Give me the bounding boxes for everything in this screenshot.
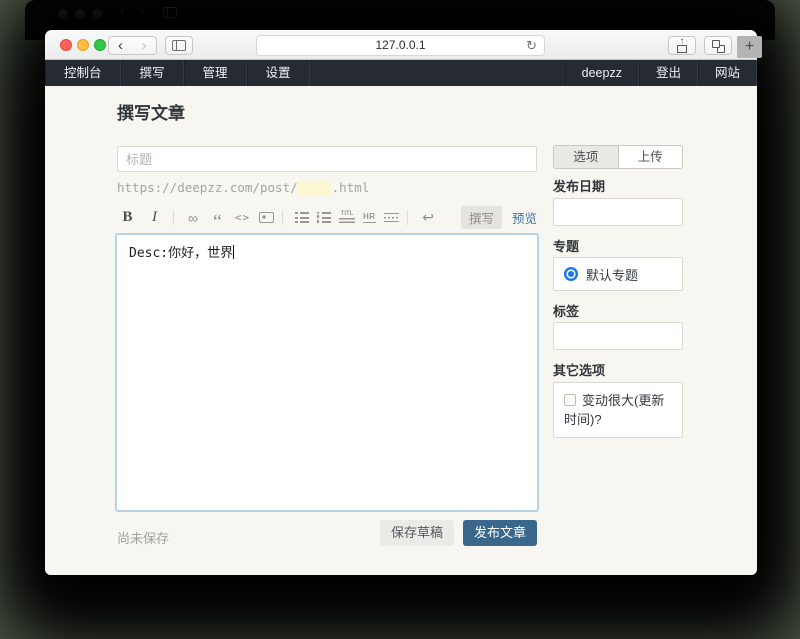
zoom-window-button[interactable] [94, 39, 106, 51]
unordered-list-icon[interactable] [317, 212, 331, 223]
sidebar-button[interactable] [165, 36, 193, 55]
bg-minimize-icon [75, 9, 85, 19]
radio-selected-icon[interactable] [564, 267, 578, 281]
other-options-label: 其它选项 [553, 360, 605, 379]
ordered-list-icon[interactable] [295, 212, 309, 223]
minimize-window-button[interactable] [77, 39, 89, 51]
address-bar[interactable]: 127.0.0.1 ↻ [256, 35, 545, 56]
bg-zoom-icon [92, 9, 102, 19]
bg-sidebar-icon [163, 7, 177, 18]
permalink-slug-highlight [298, 181, 332, 196]
page-content: 撰写文章 https://deepzz.com/post/ .html B I ∞… [45, 86, 757, 575]
url-text: 127.0.0.1 [375, 38, 425, 52]
editor-toolbar: B I ∞ “ <> TITL HR ↩ 撰写 预览 [117, 205, 537, 230]
tags-input[interactable] [553, 322, 683, 350]
publish-button[interactable]: 发布文章 [463, 520, 537, 546]
show-tabs-button[interactable] [704, 36, 732, 55]
tab-write-mode[interactable]: 撰写 [461, 206, 502, 229]
nav-item-manage[interactable]: 管理 [184, 60, 247, 86]
tab-upload[interactable]: 上传 [619, 146, 683, 168]
nav-item-write[interactable]: 撰写 [121, 60, 184, 86]
toolbar-divider [407, 210, 408, 225]
editor-textarea[interactable]: Desc:你好，世界 [115, 233, 539, 512]
tags-label: 标签 [553, 301, 579, 320]
safari-window: ‹ › 127.0.0.1 ↻ ↑ 控制台 撰写 管理 设置 deepzz 登出… [45, 30, 757, 575]
bg-close-icon [58, 9, 68, 19]
nav-item-website[interactable]: 网站 [698, 60, 757, 86]
site-navbar: 控制台 撰写 管理 设置 deepzz 登出 网站 [45, 60, 757, 86]
footer-actions: 保存草稿 发布文章 [117, 520, 537, 546]
nav-item-logout[interactable]: 登出 [639, 60, 698, 86]
share-button[interactable]: ↑ [668, 36, 696, 55]
close-window-button[interactable] [60, 39, 72, 51]
reload-icon[interactable]: ↻ [526, 36, 537, 55]
forward-button[interactable]: › [132, 36, 157, 55]
sidebar-icon [172, 40, 186, 51]
share-icon: ↑ [676, 39, 688, 53]
link-icon[interactable]: ∞ [182, 207, 203, 228]
checkbox-unchecked-icon[interactable] [564, 394, 576, 406]
tab-options[interactable]: 选项 [554, 146, 619, 168]
navbar-right: deepzz 登出 网站 [565, 60, 757, 86]
nav-item-console[interactable]: 控制台 [45, 60, 121, 86]
tab-preview-mode[interactable]: 预览 [512, 208, 537, 227]
permalink-suffix: .html [332, 180, 370, 195]
back-button[interactable]: ‹ [108, 36, 133, 55]
undo-icon[interactable]: ↩ [418, 207, 439, 228]
code-icon[interactable]: <> [232, 207, 253, 228]
article-title-input[interactable] [117, 146, 537, 172]
nav-item-settings[interactable]: 设置 [247, 60, 310, 86]
summary-divider-icon[interactable] [384, 213, 399, 222]
other-option-label[interactable]: 变动很大(更新时间)? [564, 393, 664, 427]
new-tab-button[interactable]: + [737, 36, 762, 58]
italic-button[interactable]: I [144, 207, 165, 228]
tabs-overview-icon [712, 40, 725, 53]
topic-box: 默认专题 [553, 257, 683, 291]
text-cursor [233, 245, 234, 259]
publish-date-label: 发布日期 [553, 176, 605, 195]
topic-option-label[interactable]: 默认专题 [586, 265, 638, 284]
navbar-left: 控制台 撰写 管理 设置 [45, 60, 310, 86]
bold-button[interactable]: B [117, 207, 138, 228]
blockquote-icon[interactable]: “ [207, 207, 228, 228]
bg-back-icon: ‹ [120, 3, 124, 18]
permalink-prefix: https://deepzz.com/post/ [117, 180, 298, 195]
browser-toolbar: ‹ › 127.0.0.1 ↻ ↑ [45, 30, 757, 60]
editor-content: Desc:你好，世界 [129, 246, 233, 261]
sidebar-tabs: 选项 上传 [553, 145, 683, 169]
permalink-preview: https://deepzz.com/post/ .html [117, 180, 369, 196]
heading-icon[interactable]: TITL [339, 212, 355, 223]
toolbar-divider [173, 210, 174, 225]
toolbar-divider [282, 210, 283, 225]
page-title: 撰写文章 [117, 99, 185, 124]
save-draft-button[interactable]: 保存草稿 [380, 520, 454, 546]
other-options-box: 变动很大(更新时间)? [553, 382, 683, 438]
topic-label: 专题 [553, 236, 579, 255]
image-icon[interactable] [259, 212, 274, 223]
nav-item-username[interactable]: deepzz [565, 60, 639, 86]
horizontal-rule-icon[interactable]: HR [363, 212, 376, 223]
publish-date-input[interactable] [553, 198, 683, 226]
bg-forward-icon: › [140, 3, 144, 18]
